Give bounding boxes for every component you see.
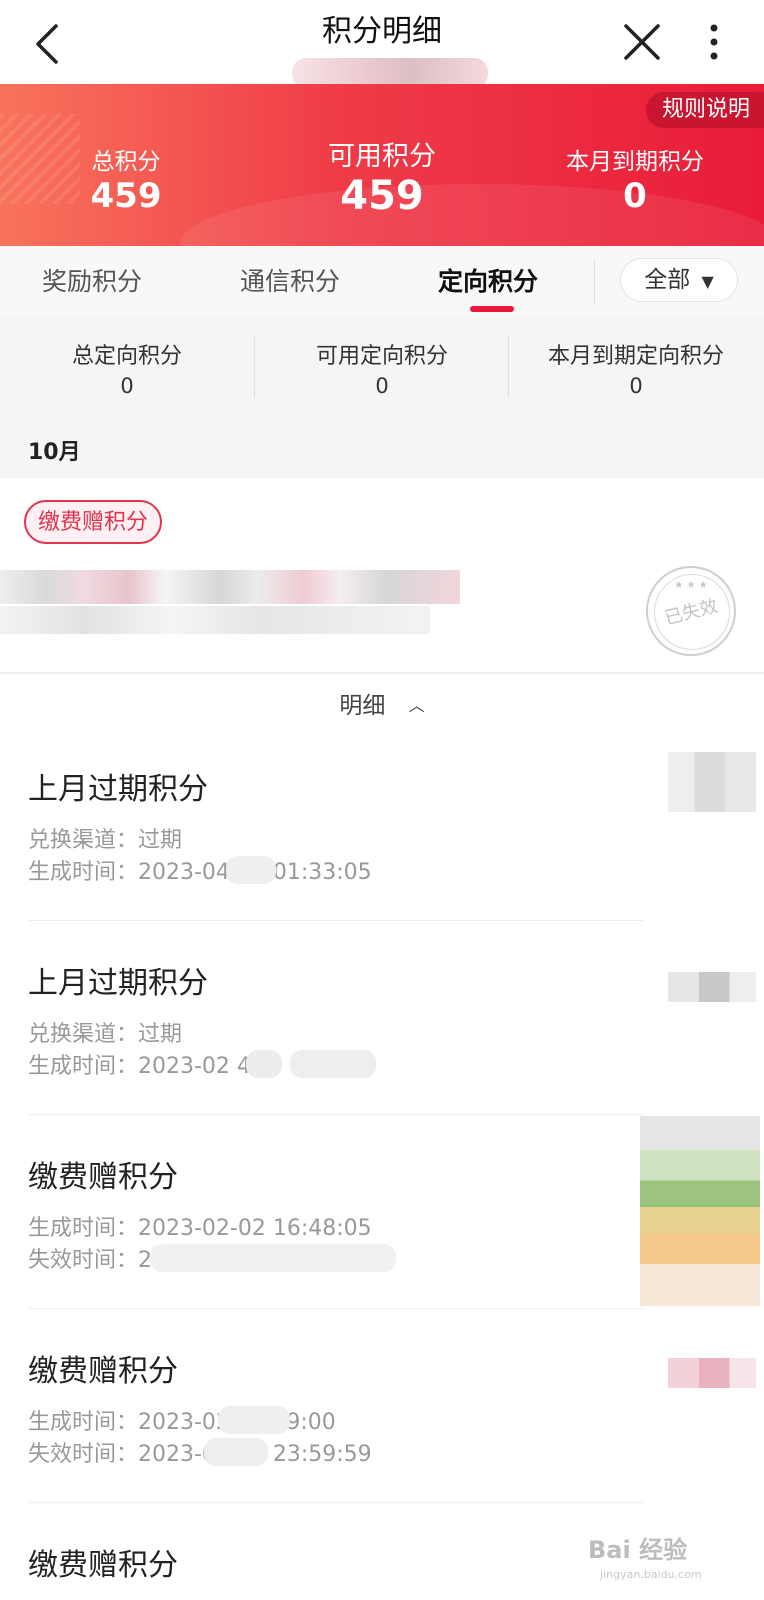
stat-value: 0 xyxy=(375,374,389,398)
available-points-value: 459 xyxy=(340,173,424,219)
item-title: 上月过期积分 xyxy=(28,966,208,1001)
active-tab-indicator xyxy=(470,306,514,312)
blurred-points-value xyxy=(668,1358,756,1388)
blurred-points-summary xyxy=(0,570,460,604)
details-toggle[interactable]: 明细 ︿ xyxy=(0,676,764,736)
row-divider xyxy=(28,1308,644,1309)
tab-telecom-points[interactable]: 通信积分 xyxy=(240,262,340,298)
total-points: 总积分 459 xyxy=(56,142,196,216)
item-title: 缴费赠积分 xyxy=(28,1548,178,1583)
more-options-icon[interactable] xyxy=(700,18,728,66)
stat-label: 本月到期定向积分 xyxy=(547,344,724,369)
filter-dropdown[interactable]: 全部 ▼ xyxy=(620,258,738,302)
tab-divider xyxy=(594,260,595,304)
item-created-time: 生成时间：2023-02 4 xyxy=(28,1054,251,1079)
chevron-up-icon: ︿ xyxy=(408,696,425,715)
row-divider xyxy=(28,920,644,921)
section-separator xyxy=(0,672,764,674)
item-channel: 兑换渠道：过期 xyxy=(28,828,183,853)
expired-stamp: ★ ★ ★ 已失效 xyxy=(646,566,736,656)
item-channel: 兑换渠道：过期 xyxy=(28,1022,183,1047)
points-type-tag: 缴费赠积分 xyxy=(24,500,163,544)
tab-targeted-points[interactable]: 定向积分 xyxy=(438,262,538,298)
expiring-points-value: 0 xyxy=(623,176,647,216)
month-header: 10月 xyxy=(0,414,764,478)
item-title: 上月过期积分 xyxy=(28,772,208,807)
top-bar: 积分明细 xyxy=(0,0,764,88)
row-divider xyxy=(28,1502,644,1503)
points-type-tabs: 奖励积分 通信积分 定向积分 全部 ▼ xyxy=(0,246,764,316)
available-points: 可用积分 459 xyxy=(292,134,472,219)
available-targeted-points: 可用定向积分 0 xyxy=(255,338,509,398)
details-toggle-label: 明细 xyxy=(339,693,386,719)
total-points-value: 459 xyxy=(90,176,162,216)
blurred-expiry-time xyxy=(0,606,430,634)
stat-label: 可用定向积分 xyxy=(315,344,448,369)
blur-mask xyxy=(246,1050,282,1078)
item-title: 缴费赠积分 xyxy=(28,1354,178,1389)
total-points-label: 总积分 xyxy=(91,149,161,175)
blur-mask xyxy=(150,1244,396,1272)
blurred-points-value xyxy=(668,752,756,812)
targeted-points-summary: 总定向积分 0 可用定向积分 0 本月到期定向积分 0 xyxy=(0,316,764,414)
caret-down-icon: ▼ xyxy=(701,272,714,291)
total-targeted-points: 总定向积分 0 xyxy=(0,338,254,398)
list-item[interactable]: 缴费赠积分 生成时间：2023-02 14:29:00 失效时间：2023-03… xyxy=(0,1310,764,1504)
item-created-time: 生成时间：2023-02-02 16:48:05 xyxy=(28,1216,372,1241)
blur-mask xyxy=(290,1050,376,1078)
tab-reward-points[interactable]: 奖励积分 xyxy=(42,262,142,298)
close-icon[interactable] xyxy=(622,22,662,62)
baidu-jingyan-watermark: Bai 经验 jingyan.baidu.com xyxy=(588,1530,758,1590)
list-item[interactable]: 缴费赠积分 生成时间：2023-02-02 16:48:05 失效时间：2023… xyxy=(0,1116,764,1310)
filter-label: 全部 xyxy=(644,267,691,293)
blur-mask xyxy=(226,856,276,884)
blurred-points-value xyxy=(668,972,756,1002)
expiring-targeted-points: 本月到期定向积分 0 xyxy=(509,338,763,398)
watermark-text: Bai 经验 xyxy=(588,1536,688,1564)
item-expiry-time: 失效时间：2023-03-31 23:59:59 xyxy=(28,1442,372,1467)
points-card: 缴费赠积分 ★ ★ ★ 已失效 xyxy=(0,478,764,672)
stat-label: 总定向积分 xyxy=(71,344,182,369)
list-item[interactable]: 上月过期积分 兑换渠道：过期 生成时间：2023-04-06 01:33:05 xyxy=(0,728,764,922)
stat-value: 0 xyxy=(629,374,643,398)
blur-mask xyxy=(218,1406,290,1434)
blurred-image xyxy=(640,1116,760,1306)
expiring-points: 本月到期积分 0 xyxy=(540,142,730,216)
item-created-time: 生成时间：2023-04-06 01:33:05 xyxy=(28,860,372,885)
item-title: 缴费赠积分 xyxy=(28,1160,178,1195)
rules-button[interactable]: 规则说明 xyxy=(645,92,764,128)
row-divider xyxy=(28,1114,644,1115)
available-points-label: 可用积分 xyxy=(328,141,436,172)
list-item[interactable]: 上月过期积分 兑换渠道：过期 生成时间：2023-02 4 xyxy=(0,922,764,1116)
month-label: 10月 xyxy=(28,440,81,465)
points-summary-banner: 规则说明 总积分 459 可用积分 459 本月到期积分 0 xyxy=(0,84,764,246)
stat-value: 0 xyxy=(120,374,134,398)
blur-mask xyxy=(204,1438,268,1466)
expiring-points-label: 本月到期积分 xyxy=(566,149,704,175)
watermark-url: jingyan.baidu.com xyxy=(600,1568,702,1581)
